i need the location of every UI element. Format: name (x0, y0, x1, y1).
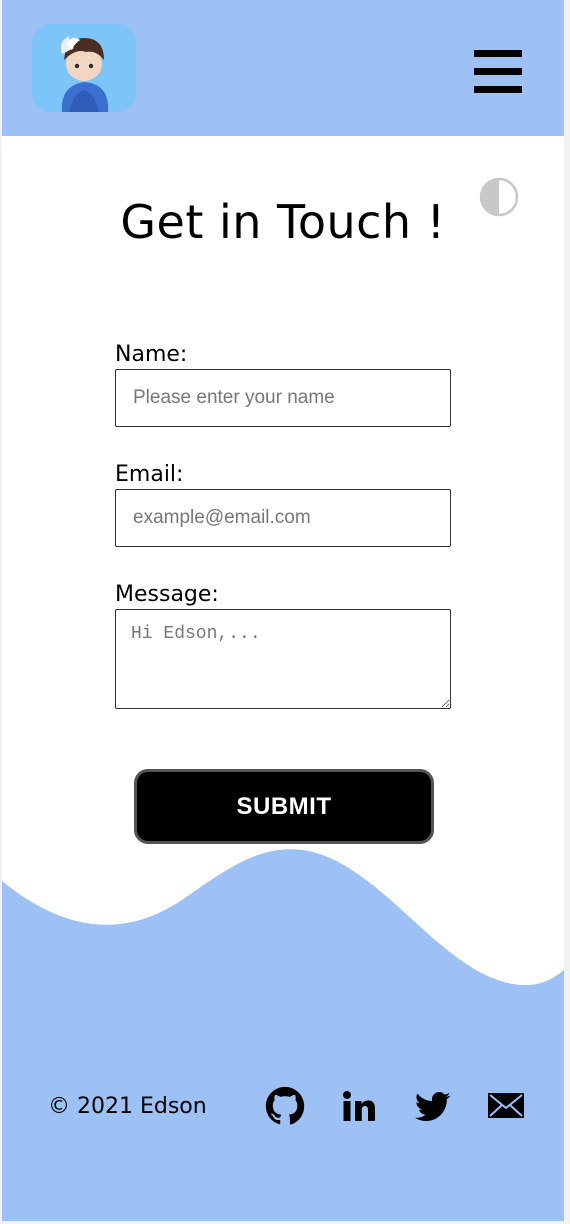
linkedin-icon[interactable] (341, 1086, 377, 1130)
hamburger-menu-icon[interactable] (474, 50, 522, 94)
copyright-text: © 2021 Edson (48, 1094, 207, 1119)
header (2, 0, 564, 136)
footer-wave (2, 849, 564, 1221)
twitter-icon[interactable] (415, 1086, 451, 1130)
mail-icon[interactable] (487, 1086, 525, 1130)
submit-button[interactable]: SUBMIT (134, 769, 434, 844)
avatar[interactable] (32, 24, 136, 112)
github-icon[interactable] (265, 1086, 305, 1130)
message-field[interactable] (115, 609, 451, 709)
message-label: Message: (115, 582, 219, 607)
page-title: Get in Touch ! (120, 195, 446, 249)
avatar-illustration (32, 24, 136, 112)
name-label: Name: (115, 342, 188, 367)
name-field[interactable] (115, 369, 451, 427)
contact-page: Get in Touch ! Name: Email: Message: SUB… (2, 0, 564, 1221)
email-field[interactable] (115, 489, 451, 547)
email-label: Email: (115, 462, 184, 487)
